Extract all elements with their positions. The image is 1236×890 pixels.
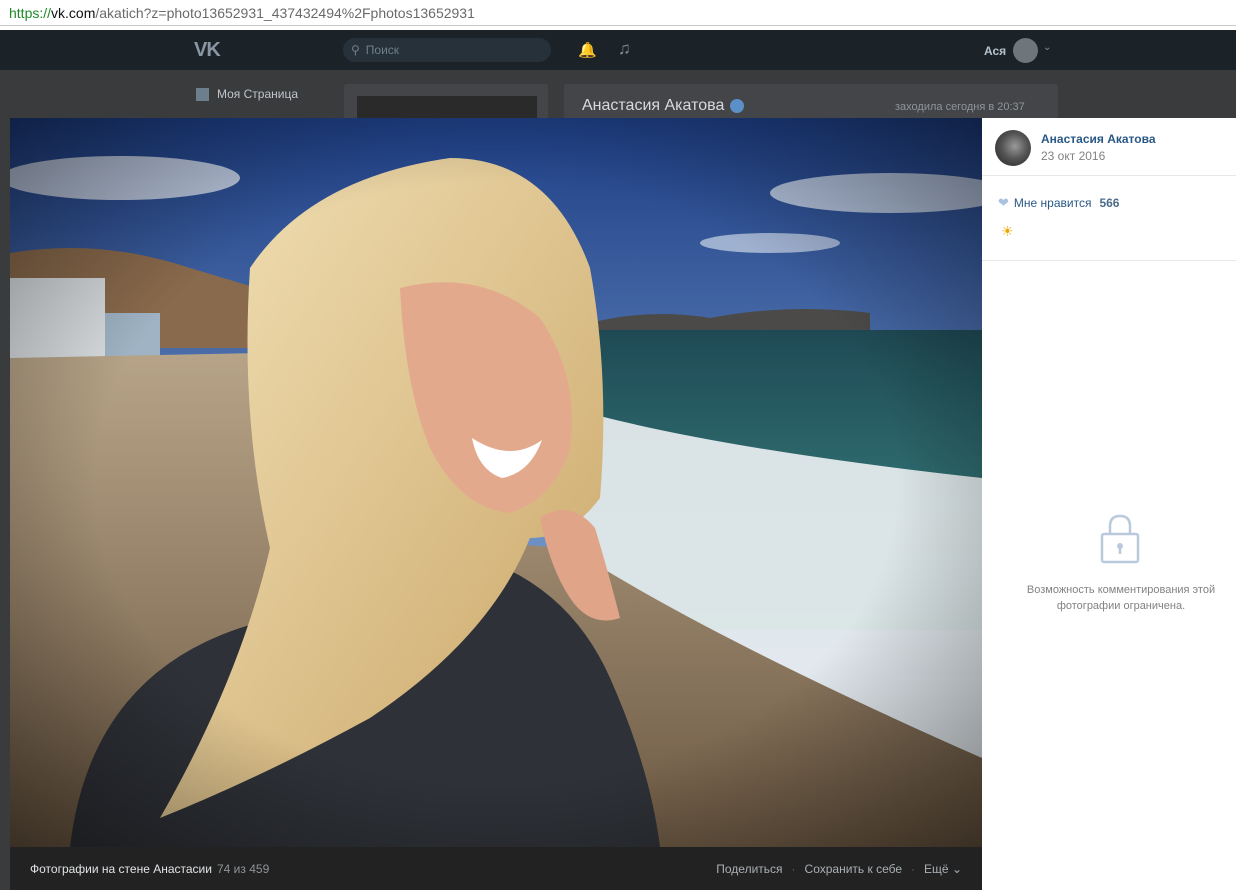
url-path: /akatich?z=photo13652931_437432494%2Fpho… xyxy=(95,4,475,21)
comments-restricted-text: Возможность комментирования этой фотогра… xyxy=(1026,584,1216,612)
lock-icon xyxy=(1100,514,1140,564)
separator-dot: · xyxy=(791,862,796,876)
url-protocol: https:// xyxy=(9,4,52,21)
search-icon: ⚲ xyxy=(351,43,360,57)
profile-name: Анастасия Акатова xyxy=(582,97,745,115)
more-button[interactable]: Ещё ⌄ xyxy=(924,862,962,876)
header-user-name[interactable]: Ася xyxy=(984,44,1006,58)
last-seen-text: заходила сегодня в 20:37 xyxy=(895,101,1025,113)
photo-date[interactable]: 23 окт 2016 xyxy=(1041,149,1105,163)
bell-icon[interactable]: 🔔 xyxy=(578,41,597,59)
more-label: Ещё xyxy=(924,862,949,876)
separator-dot: · xyxy=(911,862,916,876)
photo-viewer: Фотографии на стене Анастасии 74 из 459 … xyxy=(10,118,982,890)
profile-photo-thumb[interactable] xyxy=(357,96,537,120)
photo-image[interactable] xyxy=(10,118,982,847)
like-button[interactable]: ❤ Мне нравится 566 xyxy=(998,195,1119,211)
like-count: 566 xyxy=(1099,196,1120,210)
heart-icon: ❤ xyxy=(998,195,1009,210)
search-placeholder: Поиск xyxy=(365,43,400,57)
beach-portrait-photo xyxy=(10,118,982,847)
share-button[interactable]: Поделиться xyxy=(716,862,782,876)
vk-logo[interactable]: VK xyxy=(194,39,221,62)
photo-counter: 74 из 459 xyxy=(217,862,270,876)
avatar[interactable] xyxy=(1013,38,1038,63)
like-label: Мне нравится xyxy=(1013,196,1092,210)
search-input[interactable]: ⚲ Поиск xyxy=(343,38,551,62)
photo-info-panel: Анастасия Акатова 23 окт 2016 ❤ Мне нрав… xyxy=(982,118,1236,890)
avatar[interactable] xyxy=(995,130,1031,166)
photo-actions: Поделиться · Сохранить к себе · Ещё ⌄ xyxy=(716,862,962,876)
chevron-down-icon: ⌄ xyxy=(951,862,962,876)
verified-icon xyxy=(730,99,745,113)
sun-emoji-icon: ☀ xyxy=(1001,223,1014,239)
album-link[interactable]: Фотографии на стене Анастасии xyxy=(30,862,212,876)
photo-author: Анастасия Акатова 23 окт 2016 xyxy=(982,118,1236,176)
sidebar-item-my-page[interactable]: Моя Страница xyxy=(196,87,298,101)
divider xyxy=(982,260,1236,261)
photo-bottom-bar: Фотографии на стене Анастасии 74 из 459 … xyxy=(10,847,982,890)
url-host: vk.com xyxy=(51,4,96,21)
home-icon xyxy=(196,87,209,101)
sidebar-item-label: Моя Страница xyxy=(217,87,299,101)
browser-url-bar[interactable]: https://vk.com/akatich?z=photo13652931_4… xyxy=(0,0,1236,26)
save-button[interactable]: Сохранить к себе xyxy=(805,862,903,876)
music-icon[interactable]: ♫ xyxy=(618,39,631,59)
vk-header: VK ⚲ Поиск 🔔 ♫ Ася ⌄ xyxy=(0,30,1236,70)
profile-name-text: Анастасия Акатова xyxy=(582,97,725,114)
chevron-down-icon[interactable]: ⌄ xyxy=(1043,42,1051,53)
author-name-link[interactable]: Анастасия Акатова xyxy=(1041,132,1156,146)
